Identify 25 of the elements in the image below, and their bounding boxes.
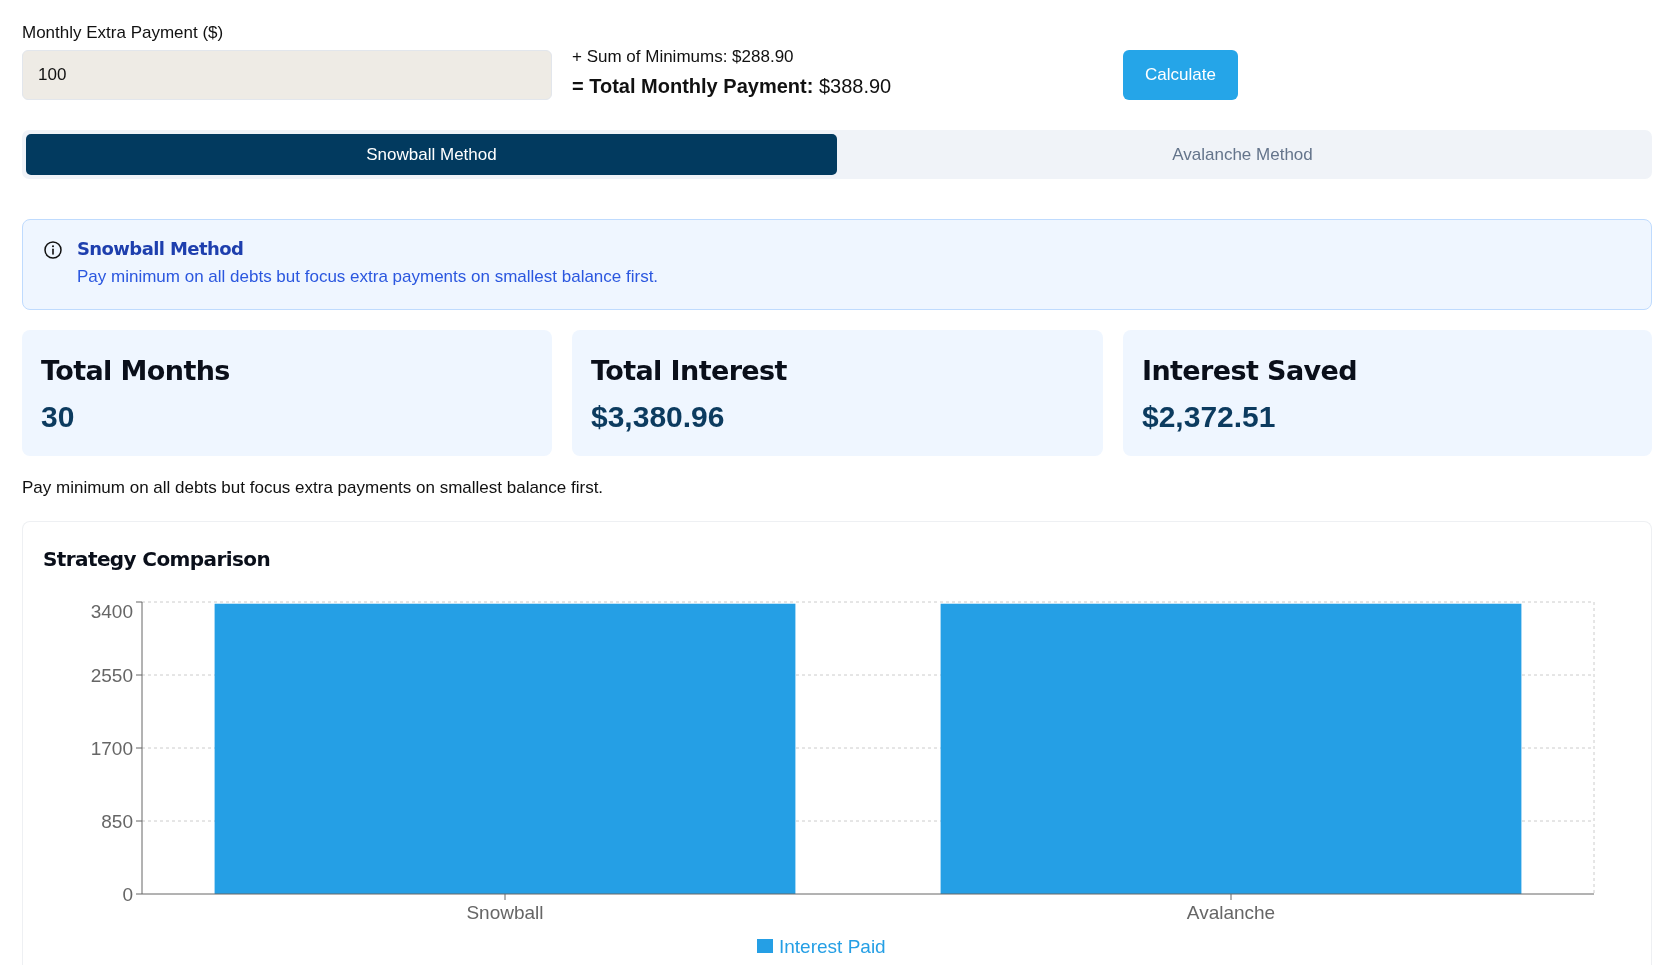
axis-label: 0 [122, 884, 133, 905]
info-icon [44, 241, 62, 259]
axis-label: 2550 [90, 665, 133, 686]
total-payment-text: = Total Monthly Payment: $388.90 [572, 74, 892, 99]
info-text: Pay minimum on all debts but focus extra payments on smallest balance first. [77, 266, 659, 288]
amount-input[interactable]: 100 [22, 50, 552, 100]
legend-label: Interest Paid [779, 936, 886, 957]
stat-label: Total Interest [591, 354, 787, 388]
axis-label: Avalanche [1186, 902, 1276, 923]
info-title: Snowball Method [77, 237, 244, 261]
axis-label: 1700 [90, 738, 133, 759]
description-text: Pay minimum on all debts but focus extra payments on smallest balance first. [22, 478, 604, 498]
stat-value: $2,372.51 [1142, 399, 1276, 435]
field-label: Monthly Extra Payment ($) [22, 22, 224, 44]
method-tab[interactable]: Avalanche Method [837, 134, 1648, 175]
sum-of-minimums-text: + Sum of Minimums: $288.90 [572, 46, 794, 68]
stat-value: 30 [41, 399, 75, 435]
axis-label: 3400 [90, 601, 133, 622]
chart-title: Strategy Comparison [43, 547, 271, 571]
stat-label: Interest Saved [1142, 354, 1357, 388]
method-tab[interactable]: Snowball Method [26, 134, 837, 175]
axis-label: 850 [101, 811, 133, 832]
stat-value: $3,380.96 [591, 399, 725, 435]
stat-label: Total Months [41, 354, 230, 388]
axis-label: Snowball [466, 902, 544, 923]
